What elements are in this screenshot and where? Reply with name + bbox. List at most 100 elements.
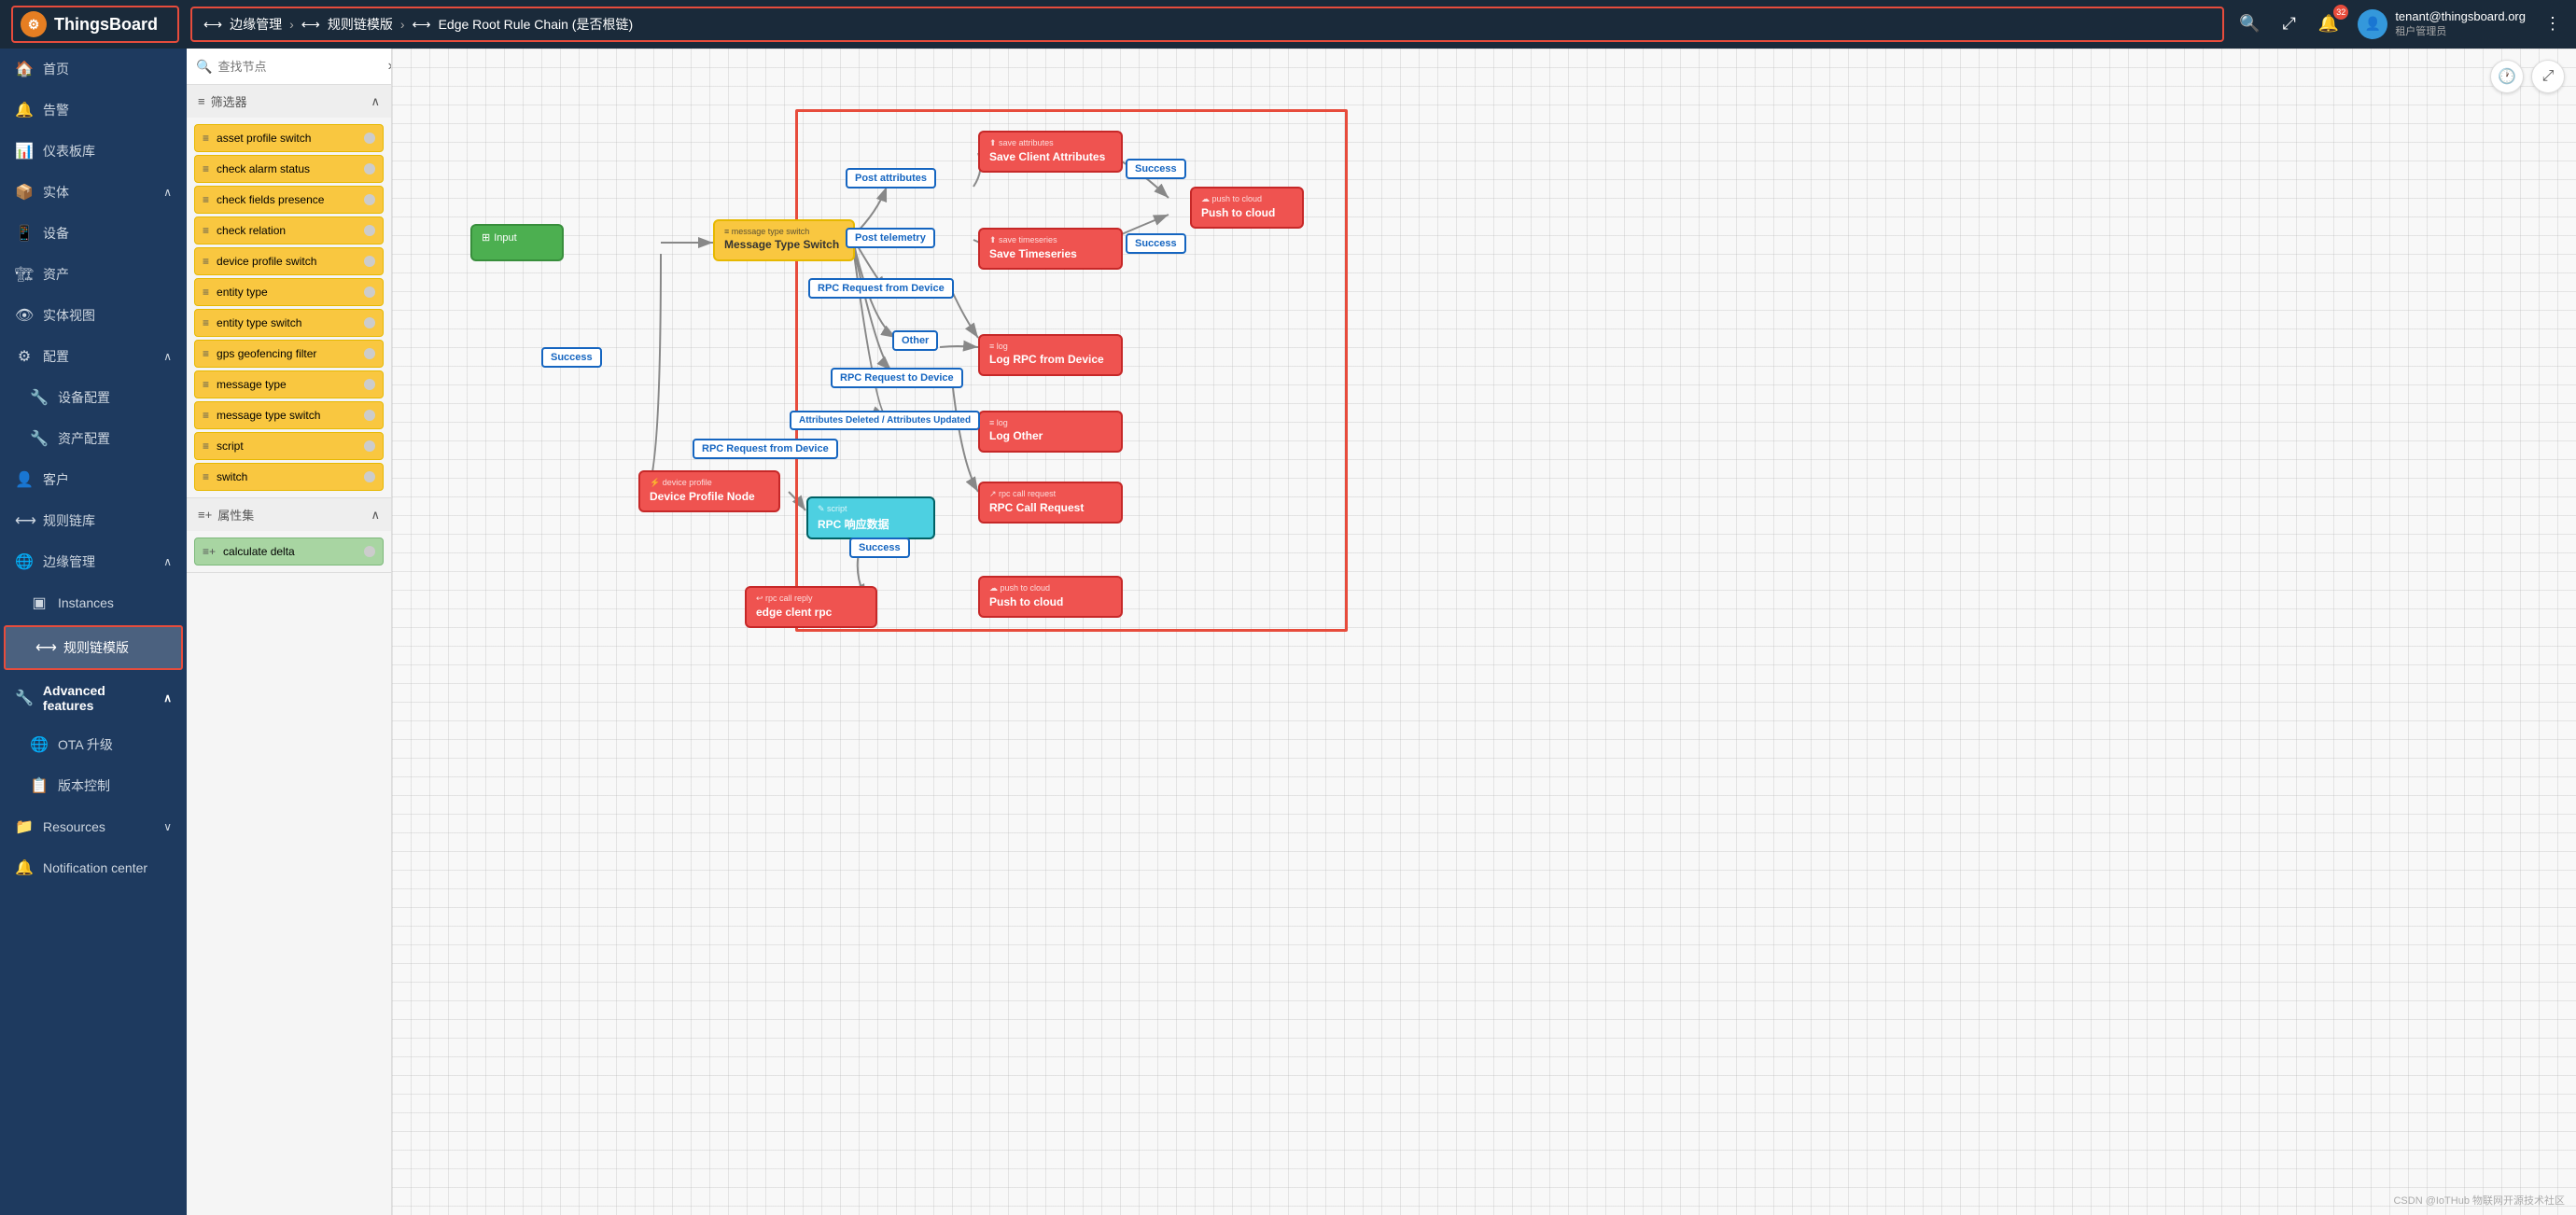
alarm-icon: 🔔	[15, 101, 34, 119]
node-item-message-type[interactable]: ≡ message type	[194, 370, 384, 398]
more-button[interactable]: ⋮	[2541, 10, 2565, 37]
node-item-message-type-switch[interactable]: ≡ message type switch	[194, 401, 384, 429]
version-icon: 📋	[30, 776, 49, 795]
user-info[interactable]: 👤 tenant@thingsboard.org 租户管理员	[2358, 8, 2526, 40]
node-item-check-relation[interactable]: ≡ check relation	[194, 216, 384, 244]
sidebar-label-customers: 客户	[43, 470, 69, 489]
conn-label-rpc-device: RPC Request from Device	[808, 278, 954, 299]
node-save-attrs[interactable]: ⬆ save attributes Save Client Attributes	[978, 131, 1123, 173]
node-log-other[interactable]: ≡ log Log Other	[978, 411, 1123, 453]
canvas-area[interactable]: 🕐 ⤢	[392, 49, 2576, 1215]
sidebar-item-rule-chain-templates[interactable]: ⟷ 规则链模版	[4, 625, 183, 670]
watermark: CSDN @IoTHub 物联网开源技术社区	[2393, 1193, 2565, 1208]
sidebar-item-advanced-features[interactable]: 🔧 Advanced features ∧	[0, 672, 187, 724]
rpc-req-top-label: ↗ rpc call request	[989, 489, 1112, 499]
rule-chain-templates-icon: ⟷	[35, 638, 54, 657]
node-script-rpc[interactable]: ✎ script RPC 响应数据	[806, 496, 935, 539]
sidebar-label-home: 首页	[43, 60, 69, 78]
sidebar-item-entity-view[interactable]: 👁 实体视图	[0, 295, 187, 336]
sidebar-item-device-config[interactable]: 🔧 设备配置	[0, 377, 187, 418]
sidebar-item-devices[interactable]: 📱 设备	[0, 213, 187, 254]
msg-switch-top-label: ≡ message type switch	[724, 227, 844, 236]
node-item-gps-geofencing[interactable]: ≡ gps geofencing filter	[194, 340, 384, 368]
node-label: script	[217, 440, 357, 453]
sidebar-item-asset-config[interactable]: 🔧 资产配置	[0, 418, 187, 459]
node-push-cloud-1[interactable]: ☁ push to cloud Push to cloud	[1190, 187, 1304, 229]
sidebar-item-ota[interactable]: 🌐 OTA 升级	[0, 724, 187, 765]
msg-switch-label: Message Type Switch	[724, 238, 844, 251]
resources-expand-icon: ∨	[163, 820, 172, 833]
device-config-icon: 🔧	[30, 388, 49, 407]
node-item-entity-type-switch[interactable]: ≡ entity type switch	[194, 309, 384, 337]
node-icon: ≡	[203, 193, 209, 206]
sidebar-item-dashboards[interactable]: 📊 仪表板库	[0, 131, 187, 172]
node-item-entity-type[interactable]: ≡ entity type	[194, 278, 384, 306]
node-label: switch	[217, 470, 357, 483]
node-log-rpc[interactable]: ≡ log Log RPC from Device	[978, 334, 1123, 376]
sidebar-item-home[interactable]: 🏠 首页	[0, 49, 187, 90]
node-item-switch[interactable]: ≡ switch	[194, 463, 384, 491]
sidebar-label-asset-config: 资产配置	[58, 429, 110, 448]
node-handle	[364, 163, 375, 175]
push-cloud-1-label: Push to cloud	[1201, 206, 1293, 219]
node-save-ts[interactable]: ⬆ save timeseries Save Timeseries	[978, 228, 1123, 270]
sidebar-item-resources[interactable]: 📁 Resources ∨	[0, 806, 187, 847]
breadcrumb: ⟷ 边缘管理 › ⟷ 规则链模版 › ⟷ Edge Root Rule Chai…	[190, 7, 2224, 42]
node-handle	[364, 546, 375, 557]
node-item-asset-profile-switch[interactable]: ≡ asset profile switch	[194, 124, 384, 152]
node-item-check-alarm-status[interactable]: ≡ check alarm status	[194, 155, 384, 183]
attributes-section-header[interactable]: ≡+ 属性集 ∧	[187, 498, 391, 531]
node-item-device-profile-switch[interactable]: ≡ device profile switch	[194, 247, 384, 275]
filter-section-header[interactable]: ≡ 筛选器 ∧	[187, 85, 391, 118]
push-cloud-2-label: Push to cloud	[989, 595, 1112, 608]
node-icon: ≡+	[203, 545, 216, 558]
sidebar-label-version: 版本控制	[58, 776, 110, 795]
customers-icon: 👤	[15, 470, 34, 489]
search-button[interactable]: 🔍	[2235, 10, 2263, 37]
breadcrumb-icon-1: ⟷	[203, 17, 222, 33]
sidebar-item-customers[interactable]: 👤 客户	[0, 459, 187, 500]
sidebar-item-assets[interactable]: 🏗 资产	[0, 254, 187, 295]
history-button[interactable]: 🕐	[2490, 60, 2524, 93]
sidebar-item-edge-mgmt[interactable]: 🌐 边缘管理 ∧	[0, 541, 187, 582]
config-expand-icon: ∧	[163, 350, 172, 363]
node-push-cloud-2[interactable]: ☁ push to cloud Push to cloud	[978, 576, 1123, 618]
sidebar-item-alarm[interactable]: 🔔 告警	[0, 90, 187, 131]
advanced-expand-icon: ∧	[163, 691, 172, 705]
node-icon: ≡	[203, 470, 209, 483]
sidebar-item-entities[interactable]: 📦 实体 ∧	[0, 172, 187, 213]
node-item-calculate-delta[interactable]: ≡+ calculate delta	[194, 538, 384, 566]
expand-button[interactable]: ⤢	[2531, 60, 2565, 93]
node-message-type-switch[interactable]: ≡ message type switch Message Type Switc…	[713, 219, 855, 261]
breadcrumb-item-2[interactable]: 规则链模版	[328, 15, 393, 34]
node-input[interactable]: ⊞ Input	[470, 224, 564, 261]
sidebar-item-instances[interactable]: ▣ Instances	[0, 582, 187, 623]
search-input[interactable]	[217, 60, 382, 74]
conn-label-other: Other	[892, 330, 938, 351]
notification-count: 32	[2333, 5, 2348, 20]
breadcrumb-item-3[interactable]: Edge Root Rule Chain (是否根链)	[439, 15, 634, 34]
sidebar-item-notifications[interactable]: 🔔 Notification center	[0, 847, 187, 888]
node-item-check-fields-presence[interactable]: ≡ check fields presence	[194, 186, 384, 214]
sidebar-label-edge-mgmt: 边缘管理	[43, 552, 95, 571]
sidebar-label-device-config: 设备配置	[58, 388, 110, 407]
notification-badge[interactable]: 🔔 32	[2315, 10, 2343, 37]
node-rpc-reply[interactable]: ↩ rpc call reply edge clent rpc	[745, 586, 877, 628]
dev-profile-label: Device Profile Node	[650, 490, 769, 503]
conn-label-post-telemetry: Post telemetry	[846, 228, 935, 248]
sidebar-item-config[interactable]: ⚙ 配置 ∧	[0, 336, 187, 377]
node-item-script[interactable]: ≡ script	[194, 432, 384, 460]
breadcrumb-item-1[interactable]: 边缘管理	[230, 15, 282, 34]
node-rpc-req[interactable]: ↗ rpc call request RPC Call Request	[978, 482, 1123, 524]
node-device-profile[interactable]: ⚡ device profile Device Profile Node	[638, 470, 780, 512]
logo-area[interactable]: ⚙ ThingsBoard	[11, 6, 179, 43]
input-label: Input	[494, 232, 516, 244]
attributes-section: ≡+ 属性集 ∧ ≡+ calculate delta	[187, 498, 391, 573]
script-rpc-top-label: ✎ script	[818, 504, 924, 514]
sidebar-item-rule-chain-lib[interactable]: ⟷ 规则链库	[0, 500, 187, 541]
node-handle	[364, 256, 375, 267]
node-icon: ≡	[203, 132, 209, 145]
sidebar-item-version-control[interactable]: 📋 版本控制	[0, 765, 187, 806]
conn-label-success-save-attrs: Success	[1126, 159, 1186, 179]
fullscreen-button[interactable]: ⤢	[2278, 10, 2299, 37]
